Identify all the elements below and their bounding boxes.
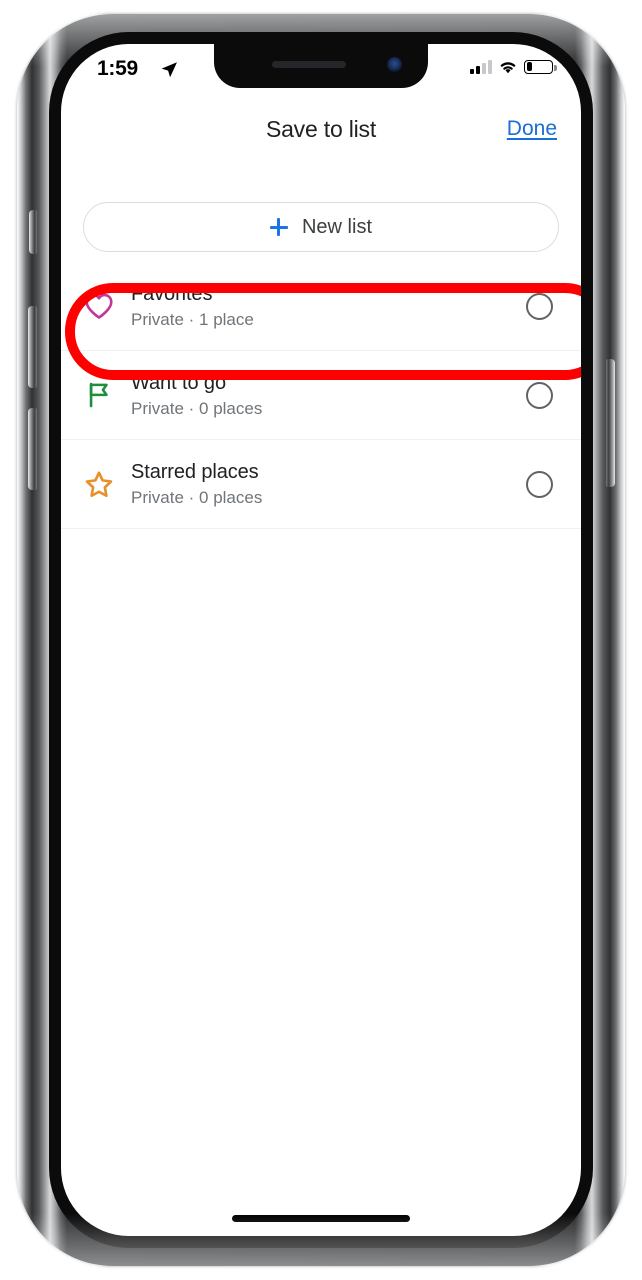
list-item-favorites[interactable]: Favorites Private · 1 place [61,262,581,351]
select-toggle-want-to-go[interactable] [526,381,553,409]
list-item-text: Want to go Private · 0 places [131,371,526,420]
cellular-bars-icon [470,59,492,74]
list-item-subtitle: Private · 0 places [131,398,263,418]
screenshot-stage: 1:59 Save to list Done New list Favorite… [0,0,642,1280]
power-button[interactable] [606,359,615,487]
list-item-want-to-go[interactable]: Want to go Private · 0 places [61,351,581,440]
front-camera-icon [387,57,402,72]
status-bar-time: 1:59 [97,57,138,80]
sheet-header: Save to list Done [61,94,581,162]
new-list-button[interactable]: New list [83,202,559,252]
list-item-text: Starred places Private · 0 places [131,460,526,509]
flag-outline-icon [82,381,116,409]
select-toggle-starred-places[interactable] [526,470,553,498]
list-item-subtitle: Private · 0 places [131,487,263,507]
status-bar-indicators [470,59,557,74]
list-item-text: Favorites Private · 1 place [131,282,526,331]
new-list-section: New list [61,180,581,252]
new-list-label: New list [301,215,372,238]
page-title: Save to list [265,116,377,142]
list-item-subtitle: Private · 1 place [131,309,254,329]
list-item-title: Want to go [131,371,226,394]
earpiece-speaker-icon [272,61,346,68]
heart-outline-icon [82,292,116,320]
volume-down-button[interactable] [28,408,37,490]
list-item-starred-places[interactable]: Starred places Private · 0 places [61,440,581,529]
phone-frame: 1:59 Save to list Done New list Favorite… [17,14,625,1266]
home-indicator-bar[interactable] [232,1215,410,1222]
phone-screen: 1:59 Save to list Done New list Favorite… [61,44,581,1236]
saved-lists: Favorites Private · 1 place Want to go P… [61,262,581,529]
volume-up-button[interactable] [28,306,37,388]
plus-icon [269,218,288,236]
list-item-title: Starred places [131,460,259,483]
star-outline-icon [82,470,116,499]
device-notch [214,44,428,88]
battery-icon [524,59,557,74]
done-button[interactable]: Done [507,117,557,141]
mute-switch-button[interactable] [29,210,37,254]
wifi-icon [498,59,518,74]
select-toggle-favorites[interactable] [526,292,553,320]
list-item-title: Favorites [131,282,213,305]
